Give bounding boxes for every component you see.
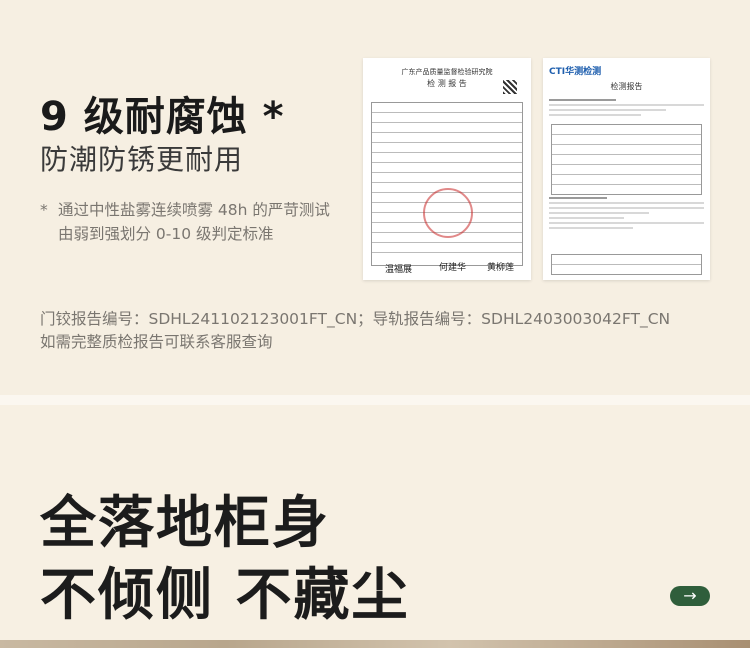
report-numbers: 门铰报告编号：SDHL241102123001FT_CN；导轨报告编号：SDHL… [40,308,740,354]
report-document-cti: CTI华测检测 检测报告 [543,58,710,280]
section-divider [0,395,750,405]
report-numbers-line: 门铰报告编号：SDHL241102123001FT_CN；导轨报告编号：SDHL… [40,310,671,328]
qr-code-icon [503,80,517,94]
cti-logo: CTI华测检测 [549,67,602,77]
cti-report-title: 检测报告 [610,82,643,91]
corrosion-subtitle: 防潮防锈更耐用 [40,143,244,176]
no-tilt-headline: 不倾侧 不藏尘 [40,563,410,628]
report-table [371,102,523,266]
cti-table [551,124,702,195]
floor-cabinet-headline: 全落地柜身 [40,491,330,556]
signature-2: 何建华 [439,263,467,273]
report-institute-header: 广东产品质量监督检验研究院 [401,68,493,76]
product-photo-edge [0,640,750,648]
red-seal-icon [423,188,473,238]
cti-text-lines [543,99,710,116]
note-text: 通过中性盐雾连续喷雾 48h 的严苛测试 由弱到强划分 0-10 级判定标准 [58,201,330,243]
note-asterisk: * [40,201,48,219]
corrosion-title: 9 级耐腐蚀 * [40,94,285,140]
signature-3: 黄柳莲 [487,263,515,273]
report-contact-line: 如需完整质检报告可联系客服查询 [40,333,273,351]
cti-table-2 [551,254,702,275]
cti-text-lines-2 [543,194,710,232]
arrow-right-icon[interactable]: → [670,586,710,606]
report-document-gd: 广东产品质量监督检验研究院 检 测 报 告 温福展 何建华 黄柳莲 [363,58,531,280]
test-note: * 通过中性盐雾连续喷雾 48h 的严苛测试 由弱到强划分 0-10 级判定标准 [40,198,350,246]
signature-1: 温福展 [385,265,413,275]
